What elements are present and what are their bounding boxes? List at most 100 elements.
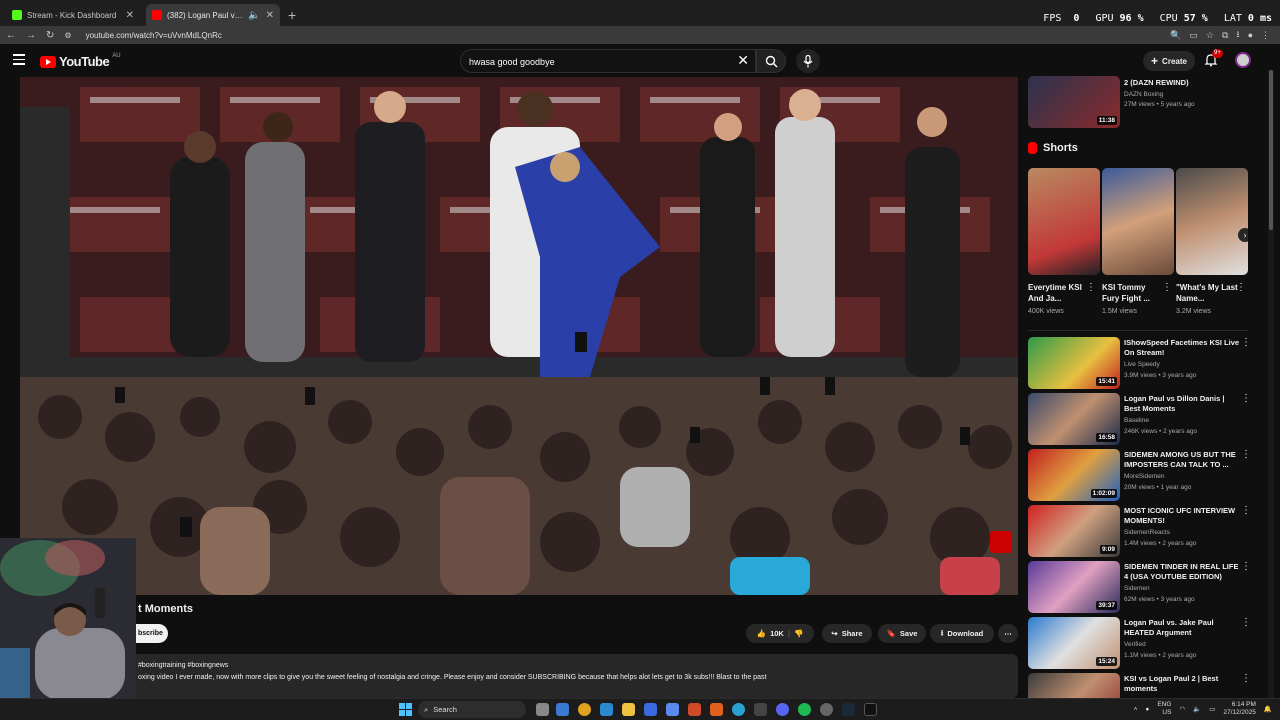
browser-menu-icon[interactable]: ⋮ [1261,30,1270,41]
discord-icon[interactable] [776,703,789,716]
profile-icon[interactable]: ● [1248,30,1253,40]
account-avatar[interactable] [1235,52,1251,68]
video-title[interactable]: IShowSpeed Facetimes KSI Live On Stream! [1124,338,1240,358]
browser-tab-youtube[interactable]: (382) Logan Paul vs KSI | Be 🔈 ✕ [146,4,280,26]
steam-icon[interactable] [842,703,855,716]
description-hashtags[interactable]: #boxingtraining #boxingnews [138,660,1014,672]
short-title[interactable]: "What's My Last Name... [1176,282,1238,304]
video-thumbnail[interactable]: 15:41 [1028,337,1120,389]
bookmark-star-icon[interactable]: ☆ [1206,30,1214,41]
more-vert-icon[interactable]: ⋮ [1236,282,1246,293]
battery-icon[interactable]: ▭ [1209,705,1215,713]
reload-icon[interactable]: ↻ [46,30,54,41]
video-title[interactable]: Logan Paul vs. Jake Paul HEATED Argument [1124,618,1240,638]
video-title[interactable]: 2 (DAZN REWIND) [1124,78,1240,88]
app-icon[interactable] [666,703,679,716]
clear-search-icon[interactable]: ✕ [737,52,749,69]
app-icon[interactable] [820,703,833,716]
wifi-icon[interactable]: ◠ [1179,705,1185,713]
app-icon[interactable] [710,703,723,716]
zoom-icon[interactable]: 🔍 [1170,30,1181,41]
video-title[interactable]: KSI vs Logan Paul 2 | Best moments [1124,674,1240,694]
search-input[interactable] [469,54,729,70]
share-button[interactable]: ↪ Share [822,624,872,643]
more-vert-icon[interactable]: ⋮ [1241,617,1248,628]
more-actions-button[interactable]: ⋯ [998,624,1018,643]
tray-app-icon[interactable]: ● [1145,706,1149,713]
volume-icon[interactable]: 🔈 [1193,705,1201,713]
url-field[interactable]: youtube.com/watch?v=uVvnMdLQnRc [86,31,222,40]
save-button[interactable]: 🔖 Save [878,624,926,643]
more-vert-icon[interactable]: ⋮ [1162,282,1172,293]
video-thumbnail[interactable]: 39:37 [1028,561,1120,613]
search-button[interactable] [756,49,786,73]
video-thumbnail[interactable]: 15:24 [1028,617,1120,669]
mail-icon[interactable] [600,703,613,716]
short-title[interactable]: Everytime KSI And Ja... [1028,282,1090,304]
taskbar-search[interactable]: ⌕ Search [418,701,526,718]
new-tab-button[interactable]: + [288,4,296,26]
spotify-icon[interactable] [798,703,811,716]
notification-center-icon[interactable]: 🔔 [1264,705,1272,713]
widgets-icon[interactable] [556,703,569,716]
thumbs-down-icon[interactable]: 👎 [794,629,803,638]
site-info-icon[interactable]: ⚙ [64,31,71,40]
short-thumbnail[interactable] [1176,168,1248,275]
speaker-icon[interactable]: 🔈 [248,10,260,21]
video-thumbnail[interactable]: 11:38 [1028,76,1120,128]
edge-icon[interactable] [732,703,745,716]
channel-name[interactable]: SidemenReacts [1124,528,1244,538]
video-thumbnail[interactable]: 1:02:09 [1028,449,1120,501]
clock[interactable]: 6:14 PM 27/12/2025 [1223,701,1256,717]
app-icon[interactable] [754,703,767,716]
app-icon[interactable] [864,703,877,716]
channel-name[interactable]: Sidemen [1124,584,1244,594]
channel-watermark[interactable] [990,531,1012,553]
video-thumbnail[interactable]: 9:09 [1028,505,1120,557]
forward-icon[interactable]: → [26,30,36,41]
channel-name[interactable]: Verified [1124,640,1244,650]
more-vert-icon[interactable]: ⋮ [1241,449,1248,460]
video-player[interactable] [20,77,1018,595]
close-tab-icon[interactable]: ✕ [126,10,134,21]
description-box[interactable]: #boxingtraining #boxingnews oxing video … [134,654,1018,698]
video-thumbnail[interactable] [1028,673,1120,700]
channel-name[interactable]: MoreSidemen [1124,472,1244,482]
more-vert-icon[interactable]: ⋮ [1241,505,1248,516]
video-title[interactable]: SIDEMEN AMONG US BUT THE IMPOSTERS CAN T… [1124,450,1240,470]
downloads-icon[interactable]: ⭳ [1236,27,1239,43]
more-vert-icon[interactable]: ⋮ [1241,337,1248,348]
store-icon[interactable] [644,703,657,716]
chrome-icon[interactable] [578,703,591,716]
language-indicator[interactable]: ENG US [1157,701,1171,717]
windows-start-icon[interactable] [399,703,413,717]
browser-tab-kick[interactable]: Stream - Kick Dashboard ✕ [6,4,140,26]
short-thumbnail[interactable] [1102,168,1174,275]
video-title[interactable]: SIDEMEN TINDER IN REAL LIFE 4 (USA YOUTU… [1124,562,1240,582]
channel-name[interactable]: Baseline [1124,416,1244,426]
cast-icon[interactable]: ▭ [1189,30,1198,41]
voice-search-button[interactable] [796,49,820,73]
close-tab-icon[interactable]: ✕ [266,10,274,21]
short-thumbnail[interactable] [1028,168,1100,275]
back-icon[interactable]: ← [6,30,16,41]
short-title[interactable]: KSI Tommy Fury Fight ... [1102,282,1164,304]
more-vert-icon[interactable]: ⋮ [1241,673,1248,684]
chevron-right-icon[interactable]: › [1238,228,1248,242]
create-button[interactable]: + Create [1143,51,1195,71]
video-title[interactable]: MOST ICONIC UFC INTERVIEW MOMENTS! [1124,506,1240,526]
scrollbar-thumb[interactable] [1269,70,1273,230]
more-vert-icon[interactable]: ⋮ [1241,393,1248,404]
youtube-logo[interactable]: YouTube AU [40,53,121,69]
app-icon[interactable] [688,703,701,716]
download-button[interactable]: ⭳ Download [930,624,994,643]
file-explorer-icon[interactable] [622,703,635,716]
channel-name[interactable]: DAZN Boxing [1124,90,1244,100]
channel-name[interactable]: Live Speedy [1124,360,1244,370]
video-title[interactable]: Logan Paul vs Dillon Danis | Best Moment… [1124,394,1240,414]
task-view-icon[interactable] [536,703,549,716]
video-thumbnail[interactable]: 16:58 [1028,393,1120,445]
more-vert-icon[interactable]: ⋮ [1241,561,1248,572]
hamburger-menu-icon[interactable] [13,54,25,66]
subscribe-button[interactable]: bscribe [134,624,168,643]
